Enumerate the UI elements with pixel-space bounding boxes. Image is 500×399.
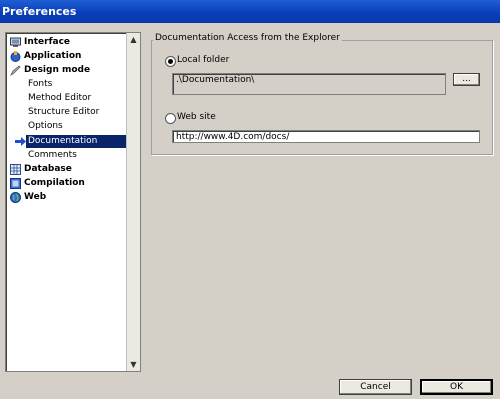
tree-item-label: Interface bbox=[24, 37, 71, 47]
tree-item-application[interactable]: Application bbox=[24, 50, 81, 63]
preferences-tree[interactable]: Interface Application Design mode Fonts … bbox=[5, 32, 141, 372]
tree-item-label: Fonts bbox=[28, 79, 53, 89]
tree-item-label: Method Editor bbox=[28, 93, 92, 103]
group-legend: Documentation Access from the Explorer bbox=[153, 33, 342, 43]
tree-item-label: Design mode bbox=[24, 65, 91, 75]
browse-button-label: ... bbox=[462, 74, 471, 84]
tree-item-compilation[interactable]: Compilation bbox=[24, 177, 85, 190]
browse-button[interactable]: ... bbox=[453, 73, 480, 86]
tree-item-documentation[interactable]: Documentation bbox=[26, 135, 127, 148]
web-site-radio[interactable] bbox=[165, 113, 176, 124]
database-icon bbox=[10, 164, 21, 175]
tree-item-label: Documentation bbox=[28, 136, 98, 146]
tree-item-label: Options bbox=[28, 121, 63, 131]
window-title: Preferences bbox=[2, 5, 77, 18]
tree-item-design-mode[interactable]: Design mode bbox=[24, 64, 90, 77]
tree-item-fonts[interactable]: Fonts bbox=[28, 78, 52, 91]
tree-item-web[interactable]: Web bbox=[24, 191, 46, 204]
tree-item-label: Structure Editor bbox=[28, 107, 100, 117]
tree-item-interface[interactable]: Interface bbox=[24, 36, 70, 49]
arrow-right-icon bbox=[15, 137, 26, 146]
local-folder-path: .\Documentation\ bbox=[176, 75, 255, 85]
web-globe-icon bbox=[10, 192, 21, 203]
ok-button-label: OK bbox=[450, 382, 463, 392]
title-bar: Preferences bbox=[0, 0, 500, 23]
cancel-button[interactable]: Cancel bbox=[339, 379, 412, 395]
scroll-down-icon[interactable]: ▼ bbox=[127, 358, 140, 371]
ok-button[interactable]: OK bbox=[420, 379, 493, 395]
tree-item-options[interactable]: Options bbox=[28, 120, 63, 133]
globe-app-icon bbox=[10, 51, 21, 62]
tree-item-label: Compilation bbox=[24, 178, 85, 188]
web-site-label: Web site bbox=[177, 112, 216, 122]
local-folder-radio[interactable] bbox=[165, 56, 176, 67]
tree-item-label: Comments bbox=[28, 150, 77, 160]
tree-item-label: Web bbox=[24, 192, 47, 202]
monitor-icon bbox=[10, 37, 21, 47]
tree-item-method-editor[interactable]: Method Editor bbox=[28, 92, 91, 105]
tree-item-structure-editor[interactable]: Structure Editor bbox=[28, 106, 99, 119]
local-folder-field[interactable]: .\Documentation\ bbox=[172, 73, 446, 95]
cancel-button-label: Cancel bbox=[360, 382, 391, 392]
tree-item-label: Database bbox=[24, 164, 72, 174]
scroll-up-icon[interactable]: ▲ bbox=[127, 33, 140, 46]
compilation-icon bbox=[10, 178, 21, 189]
pencil-design-icon bbox=[10, 65, 21, 76]
tree-item-database[interactable]: Database bbox=[24, 163, 72, 176]
web-site-url-field[interactable]: http://www.4D.com/docs/ bbox=[172, 130, 480, 143]
tree-scrollbar[interactable]: ▲ ▼ bbox=[126, 33, 140, 371]
tree-item-comments[interactable]: Comments bbox=[28, 149, 77, 162]
web-site-url: http://www.4D.com/docs/ bbox=[176, 132, 290, 142]
local-folder-label: Local folder bbox=[177, 55, 230, 65]
tree-item-label: Application bbox=[24, 51, 82, 61]
